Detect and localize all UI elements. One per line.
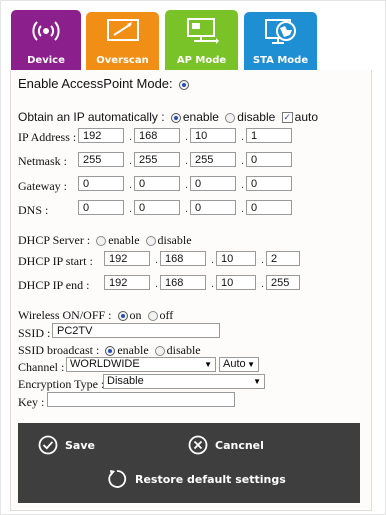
ip-address-label: IP Address : — [18, 130, 77, 144]
ap-mode-panel: Enable AccessPoint Mode: Obtain an IP au… — [10, 70, 372, 511]
encryption-label: Encryption Type : — [18, 377, 105, 391]
dhcp-end-field-1[interactable] — [104, 275, 150, 290]
dns-field-4[interactable] — [246, 200, 292, 215]
ssid-broadcast-disable-label: disable — [166, 343, 201, 357]
gateway-field-1[interactable] — [78, 176, 124, 191]
tab-device[interactable]: Device — [11, 10, 81, 70]
dhcp-end-field-2[interactable] — [160, 275, 206, 290]
dhcp-disable-radio[interactable] — [145, 236, 156, 247]
tab-bar: Device Overscan AP Mode STA Mode — [2, 2, 385, 70]
key-label: Key : — [18, 395, 45, 409]
ssid-broadcast-enable-label: enable — [117, 343, 149, 357]
dhcp-disable-label: disable — [157, 233, 192, 247]
globe-network-icon — [264, 19, 296, 44]
restore-icon — [108, 470, 127, 488]
obtain-ip-enable-radio[interactable] — [170, 112, 181, 123]
wireless-off-label: off — [159, 308, 174, 322]
obtain-ip-auto-checkbox[interactable]: ✓ — [281, 112, 293, 124]
channel-label: Channel : — [18, 360, 65, 374]
ssid-broadcast-enable-radio[interactable] — [105, 346, 116, 357]
dns-field-1[interactable] — [78, 200, 124, 215]
enable-ap-label: Enable AccessPoint Mode: — [18, 76, 173, 91]
dns-field-2[interactable] — [134, 200, 180, 215]
ssid-broadcast-label: SSID broadcast : — [18, 343, 100, 357]
encryption-value: Disable — [107, 375, 144, 387]
ip-address-field-1[interactable] — [78, 128, 124, 143]
tab-ap-mode[interactable]: AP Mode — [165, 10, 238, 70]
dhcp-enable-label: enable — [108, 233, 140, 247]
gateway-field-3[interactable] — [190, 176, 236, 191]
dhcp-start-label: DHCP IP start : — [18, 254, 93, 268]
wireless-on-label: on — [129, 308, 142, 322]
ip-address-field-2[interactable] — [134, 128, 180, 143]
tab-overscan-label: Overscan — [96, 55, 149, 66]
dhcp-end-label: DHCP IP end : — [18, 278, 90, 292]
channel-region-value: WORLDWIDE — [70, 358, 140, 370]
ap-monitor-icon — [186, 18, 219, 44]
encryption-select[interactable]: Disable ▼ — [103, 374, 265, 389]
wireless-off-radio[interactable] — [147, 311, 158, 322]
netmask-field-1[interactable] — [78, 152, 124, 167]
channel-select[interactable]: Auto ▼ — [219, 357, 259, 372]
chevron-down-icon: ▼ — [253, 377, 261, 386]
obtain-ip-label: Obtain an IP automatically : — [18, 110, 165, 124]
tab-ap-mode-label: AP Mode — [176, 55, 227, 66]
ip-address-field-3[interactable] — [190, 128, 236, 143]
wireless-on-radio[interactable] — [117, 311, 128, 322]
check-circle-icon — [38, 435, 58, 455]
dns-label: DNS : — [18, 203, 49, 217]
gateway-field-2[interactable] — [134, 176, 180, 191]
cancel-button[interactable]: Cancnel — [188, 435, 264, 455]
wireless-onoff-label: Wireless ON/OFF : — [18, 308, 112, 322]
enable-ap-radio[interactable] — [179, 79, 190, 90]
dhcp-end-field-3[interactable] — [216, 275, 256, 290]
chevron-down-icon: ▼ — [247, 360, 255, 369]
ssid-input[interactable] — [52, 323, 220, 338]
netmask-field-4[interactable] — [246, 152, 292, 167]
enable-ap-row: Enable AccessPoint Mode: — [18, 76, 191, 91]
dhcp-start-field-2[interactable] — [160, 251, 206, 266]
netmask-field-3[interactable] — [190, 152, 236, 167]
dhcp-end-field-4[interactable] — [266, 275, 300, 290]
dhcp-server-row: DHCP Server : enable disable — [18, 233, 192, 248]
restore-defaults-button[interactable]: Restore default settings — [106, 468, 286, 490]
channel-region-select[interactable]: WORLDWIDE ▼ — [66, 357, 216, 372]
dhcp-start-field-1[interactable] — [104, 251, 150, 266]
save-button[interactable]: Save — [38, 435, 95, 455]
obtain-ip-row: Obtain an IP automatically : enable disa… — [18, 110, 318, 124]
chevron-down-icon: ▼ — [204, 360, 212, 369]
tab-sta-mode-label: STA Mode — [252, 55, 309, 66]
ssid-label: SSID : — [18, 326, 51, 340]
gateway-field-4[interactable] — [246, 176, 292, 191]
screen-resize-icon — [106, 19, 139, 41]
ssid-broadcast-disable-radio[interactable] — [154, 346, 165, 357]
wireless-onoff-row: Wireless ON/OFF : on off — [18, 308, 173, 323]
close-circle-icon — [188, 435, 208, 455]
obtain-ip-auto-label: auto — [294, 110, 318, 124]
page-frame: Device Overscan AP Mode STA Mode Enable … — [0, 0, 386, 515]
netmask-field-2[interactable] — [134, 152, 180, 167]
netmask-label: Netmask : — [18, 154, 67, 168]
tab-device-label: Device — [27, 55, 65, 66]
cancel-button-label: Cancnel — [215, 438, 264, 452]
obtain-ip-enable-label: enable — [182, 110, 219, 124]
ip-address-field-4[interactable] — [246, 128, 292, 143]
restore-defaults-label: Restore default settings — [135, 472, 286, 486]
dhcp-server-label: DHCP Server : — [18, 233, 91, 247]
dhcp-start-field-4[interactable] — [266, 251, 300, 266]
action-panel: Save Cancnel Restore default settings — [18, 423, 360, 503]
tab-overscan[interactable]: Overscan — [86, 12, 159, 70]
dhcp-enable-radio[interactable] — [96, 236, 107, 247]
dns-field-3[interactable] — [190, 200, 236, 215]
tab-sta-mode[interactable]: STA Mode — [244, 12, 317, 70]
obtain-ip-disable-radio[interactable] — [225, 112, 236, 123]
wifi-signal-icon — [32, 21, 60, 41]
dhcp-start-field-3[interactable] — [216, 251, 256, 266]
obtain-ip-disable-label: disable — [237, 110, 276, 124]
ssid-broadcast-row: SSID broadcast : enable disable — [18, 343, 201, 358]
key-input[interactable] — [47, 392, 235, 407]
channel-value: Auto — [223, 358, 246, 370]
gateway-label: Gateway : — [18, 179, 67, 193]
save-button-label: Save — [65, 438, 95, 452]
